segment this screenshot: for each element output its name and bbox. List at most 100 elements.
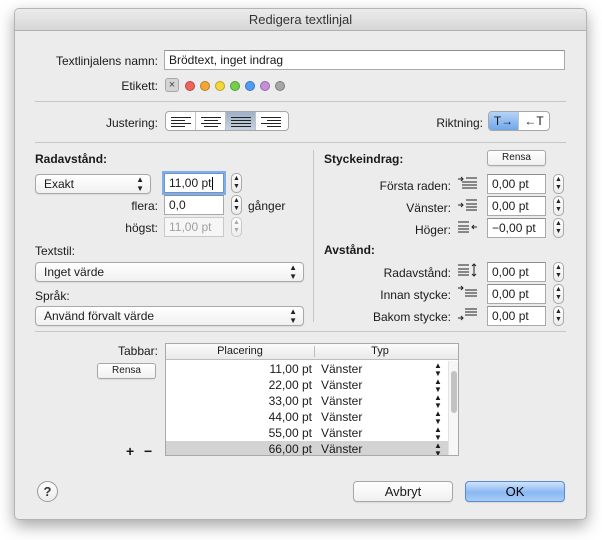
table-row[interactable]: 22,00 pt Vänster ▲ ▼ xyxy=(166,377,448,394)
right-indent-input[interactable]: −0,00 pt xyxy=(487,218,546,238)
tag-orange-dot[interactable] xyxy=(200,81,210,91)
text-style-popup[interactable]: Inget värde ▲ ▼ xyxy=(35,262,304,282)
tag-blue-dot[interactable] xyxy=(245,81,255,91)
cancel-button[interactable]: Avbryt xyxy=(353,481,453,502)
text-style-label: Textstil: xyxy=(35,244,76,258)
max-label: högst: xyxy=(125,221,158,235)
spacing-after-input[interactable]: 0,00 pt xyxy=(487,306,546,326)
separator xyxy=(35,142,566,143)
tag-gray-dot[interactable] xyxy=(275,81,285,91)
tab-type-popup-arrows-icon[interactable]: ▲ ▼ xyxy=(434,410,442,426)
multiple-value-input[interactable]: 0,0 xyxy=(164,195,224,215)
table-row[interactable]: 44,00 pt Vänster ▲ ▼ xyxy=(166,409,448,426)
line-spacing-mode-value: Exakt xyxy=(44,177,75,191)
ok-button[interactable]: OK xyxy=(465,481,565,502)
multiple-label: flera: xyxy=(131,199,158,213)
tabs-table-header: Placering Typ xyxy=(166,344,458,360)
table-row[interactable]: 11,00 pt Vänster ▲ ▼ xyxy=(166,361,448,378)
max-value-input[interactable]: 11,00 pt xyxy=(164,217,224,237)
multiple-stepper[interactable]: ▲ ▼ xyxy=(231,195,242,215)
language-popup[interactable]: Använd förvalt värde ▲ ▼ xyxy=(35,306,304,326)
scrollbar-thumb[interactable] xyxy=(451,371,457,413)
column-header-type[interactable]: Typ xyxy=(315,344,445,359)
line-spacing-mode-popup[interactable]: Exakt ▲ ▼ xyxy=(35,174,151,194)
tab-type-cell: Vänster xyxy=(321,394,363,408)
direction-segmented-control: T→ ←T xyxy=(488,111,550,131)
indent-reset-button[interactable]: Rensa xyxy=(487,150,546,166)
spacing-after-label: Bakom stycke: xyxy=(372,310,451,324)
tabs-table: Placering Typ 11,00 pt Vänster ▲ ▼ 22,00 pt V… xyxy=(165,343,459,456)
align-right-button[interactable] xyxy=(256,112,286,130)
spacing-after-stepper[interactable]: ▲ ▼ xyxy=(553,306,564,326)
tabs-label: Tabbar: xyxy=(117,344,158,358)
spacing-line-stepper[interactable]: ▲ ▼ xyxy=(553,262,564,282)
tab-position-cell: 33,00 pt xyxy=(268,394,312,408)
align-center-button[interactable] xyxy=(196,112,226,130)
tab-position-cell: 11,00 pt xyxy=(269,362,312,376)
left-indent-stepper[interactable]: ▲ ▼ xyxy=(553,196,564,216)
table-row[interactable]: 55,00 pt Vänster ▲ ▼ xyxy=(166,425,448,442)
first-line-input[interactable]: 0,00 pt xyxy=(487,174,546,194)
remove-tab-button[interactable]: − xyxy=(144,443,152,459)
left-indent-input[interactable]: 0,00 pt xyxy=(487,196,546,216)
tabs-scrollbar[interactable] xyxy=(448,361,458,455)
align-justify-button[interactable] xyxy=(226,112,256,130)
line-spacing-stepper[interactable]: ▲ ▼ xyxy=(231,173,242,193)
tag-purple-dot[interactable] xyxy=(260,81,270,91)
help-button[interactable]: ? xyxy=(37,481,58,502)
right-indent-stepper[interactable]: ▲ ▼ xyxy=(553,218,564,238)
align-left-button[interactable] xyxy=(166,112,196,130)
tab-type-cell: Vänster xyxy=(321,378,363,392)
tag-red-dot[interactable] xyxy=(185,81,195,91)
space-after-icon xyxy=(458,308,477,321)
ruler-name-input[interactable]: Brödtext, inget indrag xyxy=(164,50,565,70)
line-spacing-icon xyxy=(458,263,477,277)
tab-type-cell: Vänster xyxy=(321,426,363,440)
line-spacing-value-input[interactable]: 11,00 pt xyxy=(164,173,224,193)
separator xyxy=(35,331,566,332)
tab-type-popup-arrows-icon[interactable]: ▲ ▼ xyxy=(434,362,442,378)
right-to-left-button[interactable]: ←T xyxy=(519,112,549,130)
first-line-stepper[interactable]: ▲ ▼ xyxy=(553,174,564,194)
tab-type-cell: Vänster xyxy=(321,410,363,424)
popup-arrows-icon: ▲ ▼ xyxy=(289,263,297,281)
spacing-line-input[interactable]: 0,00 pt xyxy=(487,262,546,282)
tab-position-cell: 44,00 pt xyxy=(268,410,312,424)
tab-type-popup-arrows-icon[interactable]: ▲ ▼ xyxy=(434,394,442,410)
add-tab-button[interactable]: + xyxy=(126,443,134,459)
spacing-before-input[interactable]: 0,00 pt xyxy=(487,284,546,304)
tab-position-cell: 22,00 pt xyxy=(268,378,312,392)
popup-arrows-icon: ▲ ▼ xyxy=(289,307,297,325)
spacing-before-stepper[interactable]: ▲ ▼ xyxy=(553,284,564,304)
table-row[interactable]: 33,00 pt Vänster ▲ ▼ xyxy=(166,393,448,410)
popup-arrows-icon: ▲ ▼ xyxy=(136,175,144,193)
max-stepper[interactable]: ▲ ▼ xyxy=(231,217,242,237)
table-row[interactable]: 66,00 pt Vänster ▲ ▼ xyxy=(166,441,448,456)
tab-position-cell: 66,00 pt xyxy=(268,442,312,456)
first-line-indent-icon xyxy=(458,176,477,189)
left-to-right-button[interactable]: T→ xyxy=(489,112,519,130)
spacing-before-label: Innan stycke: xyxy=(380,288,451,302)
separator xyxy=(35,101,566,102)
language-label: Språk: xyxy=(35,289,70,303)
right-indent-icon xyxy=(458,221,477,233)
tabs-reset-button[interactable]: Rensa xyxy=(97,363,156,379)
indent-heading: Styckeindrag: xyxy=(324,152,404,166)
line-spacing-heading: Radavstånd: xyxy=(35,152,108,166)
tag-yellow-dot[interactable] xyxy=(215,81,225,91)
left-indent-label: Vänster: xyxy=(406,201,451,215)
tab-type-popup-arrows-icon[interactable]: ▲ ▼ xyxy=(434,442,442,456)
tab-type-popup-arrows-icon[interactable]: ▲ ▼ xyxy=(434,426,442,442)
tab-type-cell: Vänster xyxy=(321,442,363,456)
tab-position-cell: 55,00 pt xyxy=(268,426,312,440)
tag-green-dot[interactable] xyxy=(230,81,240,91)
alignment-segmented-control xyxy=(165,111,289,131)
language-value: Använd förvalt värde xyxy=(44,309,155,323)
first-line-label: Första raden: xyxy=(379,179,451,193)
no-tag-button[interactable]: × xyxy=(165,78,179,92)
tab-type-cell: Vänster xyxy=(321,362,363,376)
tab-type-popup-arrows-icon[interactable]: ▲ ▼ xyxy=(434,378,442,394)
spacing-heading: Avstånd: xyxy=(324,243,375,257)
left-indent-icon xyxy=(458,199,477,211)
column-header-position[interactable]: Placering xyxy=(166,344,314,359)
